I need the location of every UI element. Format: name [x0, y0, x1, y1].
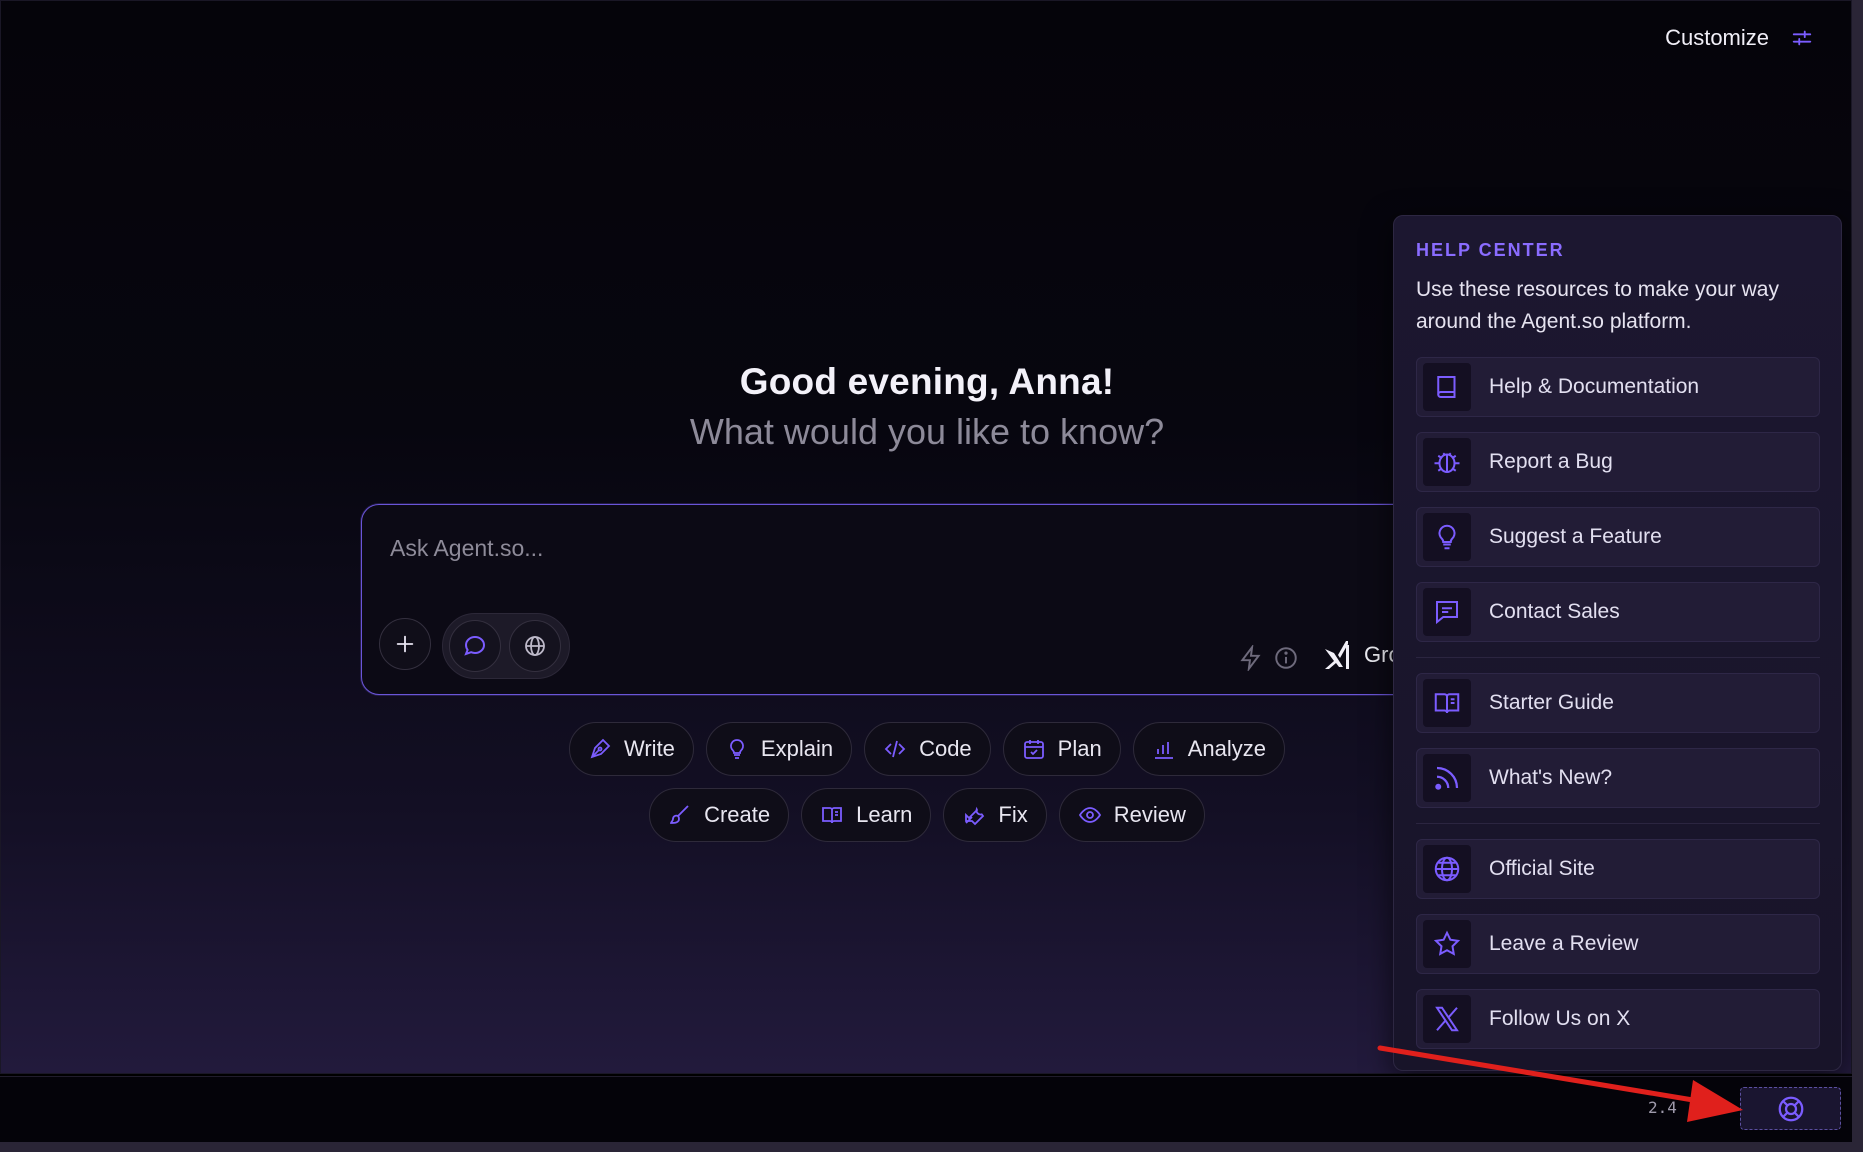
help-center-description: Use these resources to make your way aro…: [1416, 278, 1779, 333]
analyze-label: Analyze: [1187, 736, 1266, 761]
sliders-icon: [1792, 30, 1812, 46]
explain-label: Explain: [760, 736, 834, 761]
leave-review-link[interactable]: Leave a Review: [1416, 914, 1820, 974]
globe-icon: [1434, 856, 1460, 882]
help-documentation-link[interactable]: Help & Documentation: [1416, 357, 1820, 417]
globe-icon: [525, 636, 545, 656]
lightbulb-icon: [1438, 524, 1456, 550]
chat-mode-button[interactable]: [449, 620, 501, 672]
window-edge: [1852, 0, 1863, 1152]
grok-logo-icon: [1325, 641, 1349, 669]
help-item-label: Official Site: [1489, 857, 1595, 880]
follow-x-link[interactable]: Follow Us on X: [1416, 989, 1820, 1049]
customize-label: Customize: [1665, 25, 1769, 50]
book-open-icon: [822, 807, 843, 824]
help-divider: [1416, 657, 1820, 658]
help-item-label: Report a Bug: [1489, 450, 1613, 473]
help-center-button[interactable]: [1740, 1087, 1841, 1130]
rss-icon: [1435, 766, 1459, 790]
help-item-label: What's New?: [1489, 766, 1613, 789]
fix-label: Fix: [998, 802, 1028, 827]
learn-button[interactable]: Learn: [801, 788, 932, 842]
create-button[interactable]: Create: [649, 788, 790, 842]
plan-label: Plan: [1057, 736, 1102, 761]
review-label: Review: [1113, 802, 1186, 827]
chat-bubble-icon: [464, 635, 486, 656]
help-item-label: Suggest a Feature: [1489, 525, 1662, 548]
whats-new-link[interactable]: What's New?: [1416, 748, 1820, 808]
status-bar: [0, 1076, 1852, 1142]
web-search-button[interactable]: [509, 620, 561, 672]
app-window: Customize Good evening, Anna! What would…: [0, 0, 1852, 1074]
official-site-link[interactable]: Official Site: [1416, 839, 1820, 899]
suggest-feature-link[interactable]: Suggest a Feature: [1416, 507, 1820, 567]
help-item-label: Help & Documentation: [1489, 375, 1700, 398]
window-edge: [0, 1142, 1863, 1152]
plan-button[interactable]: Plan: [1002, 722, 1121, 776]
book-icon: [1437, 376, 1456, 398]
customize-button[interactable]: Customize: [1665, 25, 1813, 51]
plus-icon: [396, 635, 414, 653]
lifebuoy-icon: [1778, 1096, 1803, 1121]
eye-icon: [1078, 807, 1101, 823]
help-item-label: Contact Sales: [1489, 600, 1620, 623]
create-label: Create: [704, 802, 771, 827]
ask-input[interactable]: [390, 535, 1290, 562]
model-selector[interactable]: Gro: [1322, 639, 1401, 671]
fix-button[interactable]: Fix: [943, 788, 1047, 842]
star-icon: [1433, 930, 1461, 956]
info-icon[interactable]: [1273, 645, 1299, 671]
learn-label: Learn: [856, 802, 913, 827]
analyze-button[interactable]: Analyze: [1132, 722, 1285, 776]
write-button[interactable]: Write: [568, 722, 694, 776]
contact-sales-link[interactable]: Contact Sales: [1416, 582, 1820, 642]
lightning-icon[interactable]: [1238, 645, 1264, 671]
help-center-title: HELP CENTER: [1416, 240, 1565, 260]
x-logo-icon: [1435, 1006, 1459, 1032]
explain-button[interactable]: Explain: [705, 722, 853, 776]
help-divider: [1416, 823, 1820, 824]
help-item-label: Follow Us on X: [1489, 1007, 1631, 1030]
version-label: 2.4: [1648, 1098, 1677, 1117]
code-button[interactable]: Code: [864, 722, 991, 776]
attach-button[interactable]: [379, 618, 431, 670]
write-label: Write: [623, 736, 675, 761]
report-bug-link[interactable]: Report a Bug: [1416, 432, 1820, 492]
mode-toggle: [442, 613, 570, 679]
bug-icon: [1434, 452, 1460, 473]
message-icon: [1436, 601, 1458, 625]
help-center-panel: HELP CENTER Use these resources to make …: [1393, 215, 1842, 1071]
code-icon: [884, 740, 906, 758]
starter-guide-link[interactable]: Starter Guide: [1416, 673, 1820, 733]
lightbulb-icon: [730, 739, 744, 759]
composer: Gro: [361, 504, 1461, 695]
bar-chart-icon: [1154, 742, 1173, 759]
book-open-icon: [1434, 693, 1460, 714]
help-item-label: Leave a Review: [1489, 932, 1639, 955]
help-item-label: Starter Guide: [1489, 691, 1614, 714]
code-label: Code: [919, 736, 972, 761]
review-button[interactable]: Review: [1058, 788, 1205, 842]
pen-icon: [590, 738, 611, 759]
brush-icon: [670, 805, 689, 824]
calendar-icon: [1023, 740, 1044, 759]
wrench-icon: [965, 806, 985, 826]
